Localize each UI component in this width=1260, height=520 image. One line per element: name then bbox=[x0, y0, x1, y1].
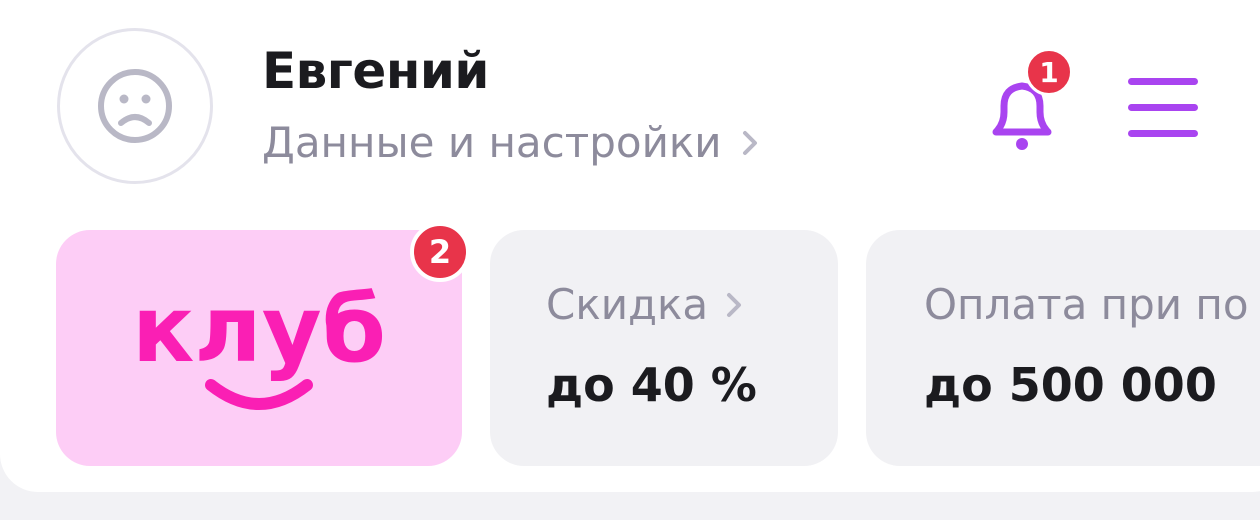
menu-button[interactable] bbox=[1126, 74, 1200, 140]
sad-face-icon bbox=[98, 69, 172, 143]
club-tile[interactable]: клуб bbox=[56, 230, 462, 466]
chevron-right-icon bbox=[742, 130, 758, 156]
chevron-right-icon bbox=[726, 292, 742, 318]
notifications-badge: 1 bbox=[1025, 48, 1073, 96]
settings-link-label: Данные и настройки bbox=[262, 118, 722, 167]
discount-value: до 40 % bbox=[546, 358, 757, 412]
hamburger-menu-icon bbox=[1128, 78, 1198, 137]
club-badge: 2 bbox=[410, 222, 470, 282]
profile-header-card: Евгений Данные и настройки 1 клуб 2 Скид… bbox=[0, 0, 1260, 492]
club-logo-text: клуб bbox=[132, 276, 386, 383]
settings-link[interactable]: Данные и настройки bbox=[262, 118, 758, 167]
payment-value: до 500 000 bbox=[924, 358, 1217, 412]
avatar[interactable] bbox=[57, 28, 213, 184]
user-name[interactable]: Евгений bbox=[262, 42, 489, 100]
club-logo: клуб bbox=[132, 276, 386, 410]
discount-tile[interactable]: Скидка до 40 % bbox=[490, 230, 838, 466]
discount-label: Скидка bbox=[546, 280, 709, 329]
discount-label-row: Скидка bbox=[546, 280, 742, 329]
payment-label: Оплата при по bbox=[924, 280, 1249, 329]
payment-tile[interactable]: Оплата при по до 500 000 bbox=[866, 230, 1260, 466]
